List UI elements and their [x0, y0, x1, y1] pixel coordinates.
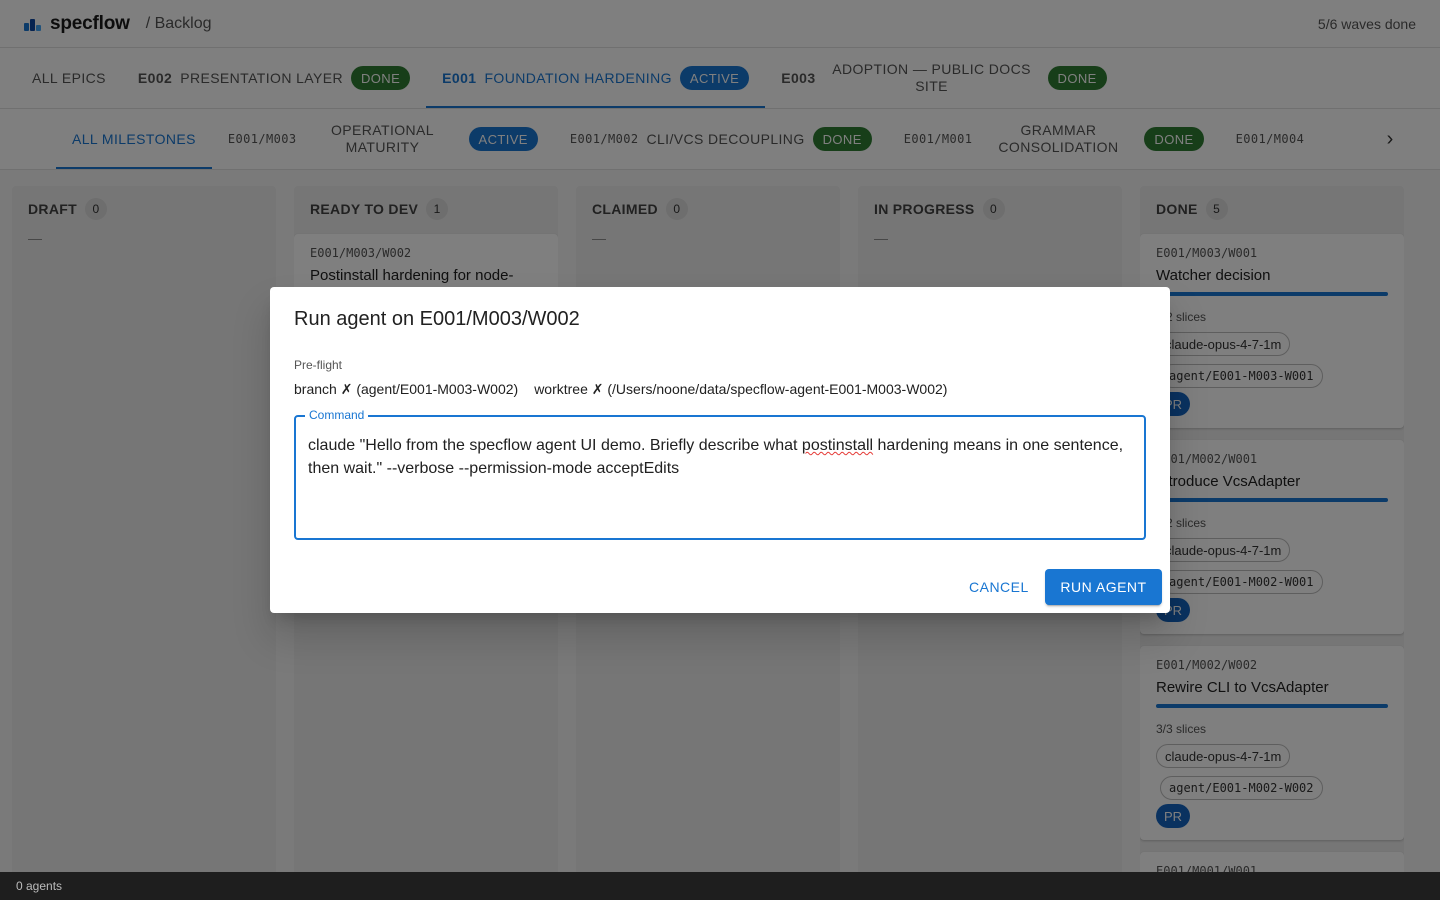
command-text-start: claude "Hello from the specflow agent UI… [308, 437, 802, 454]
cancel-button[interactable]: CANCEL [958, 569, 1040, 605]
run-agent-dialog: Run agent on E001/M003/W002 Pre-flight b… [270, 287, 1170, 613]
preflight-label: Pre-flight [294, 358, 343, 372]
agents-count: 0 agents [16, 879, 63, 893]
command-textarea[interactable]: claude "Hello from the specflow agent UI… [308, 434, 1130, 480]
dialog-title: Run agent on E001/M003/W002 [294, 308, 580, 330]
preflight-checks: branch ✗ (agent/E001-M003-W002) worktree… [294, 381, 947, 398]
status-bar: 0 agents [0, 872, 1440, 900]
branch-check: branch ✗ (agent/E001-M003-W002) [294, 381, 519, 397]
spellcheck-word: postinstall [801, 437, 874, 454]
command-field[interactable]: Command claude "Hello from the specflow … [294, 408, 1146, 540]
command-label: Command [305, 408, 369, 422]
worktree-check: worktree ✗ (/Users/noone/data/specflow-a… [534, 381, 948, 397]
run-agent-button[interactable]: RUN AGENT [1045, 569, 1162, 605]
